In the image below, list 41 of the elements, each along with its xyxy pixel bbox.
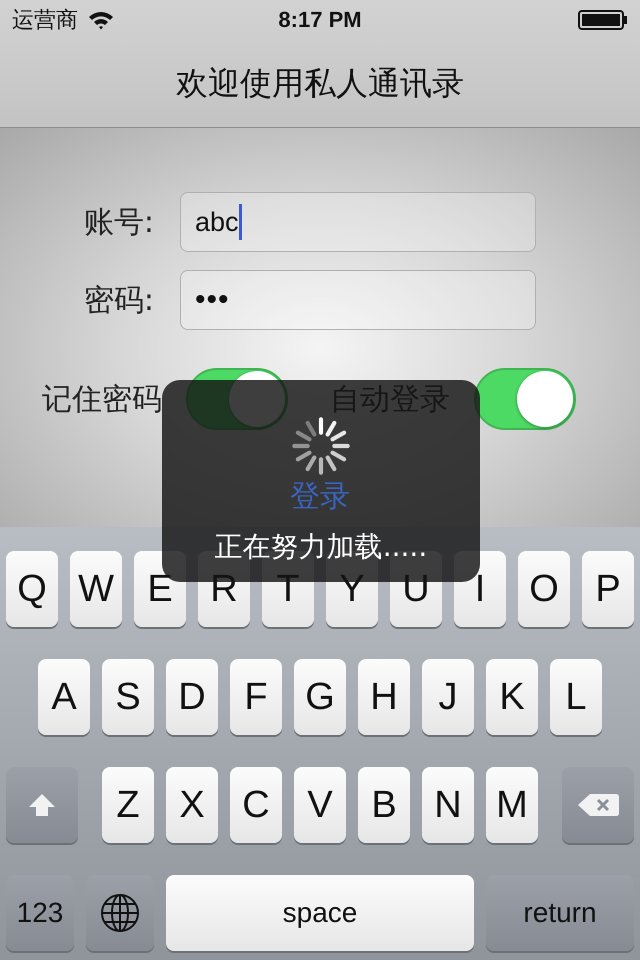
keyboard-key[interactable]: L [550, 659, 602, 735]
toggle-label: 记住密码 [42, 380, 162, 418]
battery-icon [578, 10, 628, 30]
backspace-key[interactable] [562, 767, 634, 843]
globe-icon [100, 893, 140, 933]
keyboard-key[interactable]: B [358, 767, 410, 843]
globe-key[interactable] [86, 875, 154, 951]
keyboard-key[interactable]: A [38, 659, 90, 735]
keyboard-key[interactable]: M [486, 767, 538, 843]
numbers-key[interactable]: 123 [6, 875, 74, 951]
input-field[interactable]: ••• [180, 270, 536, 330]
toggle-switch[interactable] [474, 368, 576, 430]
keyboard-key[interactable]: P [582, 551, 634, 627]
keyboard-key[interactable]: F [230, 659, 282, 735]
keyboard-key[interactable]: S [102, 659, 154, 735]
keyboard-key[interactable]: N [422, 767, 474, 843]
keyboard-key[interactable]: W [70, 551, 122, 627]
nav-title: 欢迎使用私人通讯录 [176, 62, 464, 104]
field-label: 账号: [82, 204, 155, 242]
keyboard-key[interactable]: H [358, 659, 410, 735]
space-key[interactable]: space [166, 875, 474, 951]
keyboard-key[interactable]: Q [6, 551, 58, 627]
field-label: 密码: [82, 282, 155, 320]
input-field[interactable]: abc [180, 192, 536, 252]
backspace-icon [576, 792, 620, 818]
keyboard-key[interactable]: D [166, 659, 218, 735]
carrier-name: 运营商 [12, 7, 78, 35]
keyboard-key[interactable]: O [518, 551, 570, 627]
keyboard-key[interactable]: X [166, 767, 218, 843]
keyboard-key[interactable]: V [294, 767, 346, 843]
keyboard-key[interactable]: J [422, 659, 474, 735]
status-time: 8:17 PM [278, 7, 362, 33]
return-key[interactable]: return [486, 875, 634, 951]
shift-key[interactable] [6, 767, 78, 843]
keyboard-key[interactable]: G [294, 659, 346, 735]
keyboard-key[interactable]: C [230, 767, 282, 843]
shift-icon [27, 792, 57, 818]
keyboard-key[interactable]: Z [102, 767, 154, 843]
spinner-icon [291, 416, 351, 476]
keyboard-key[interactable]: K [486, 659, 538, 735]
wifi-icon [88, 10, 114, 30]
